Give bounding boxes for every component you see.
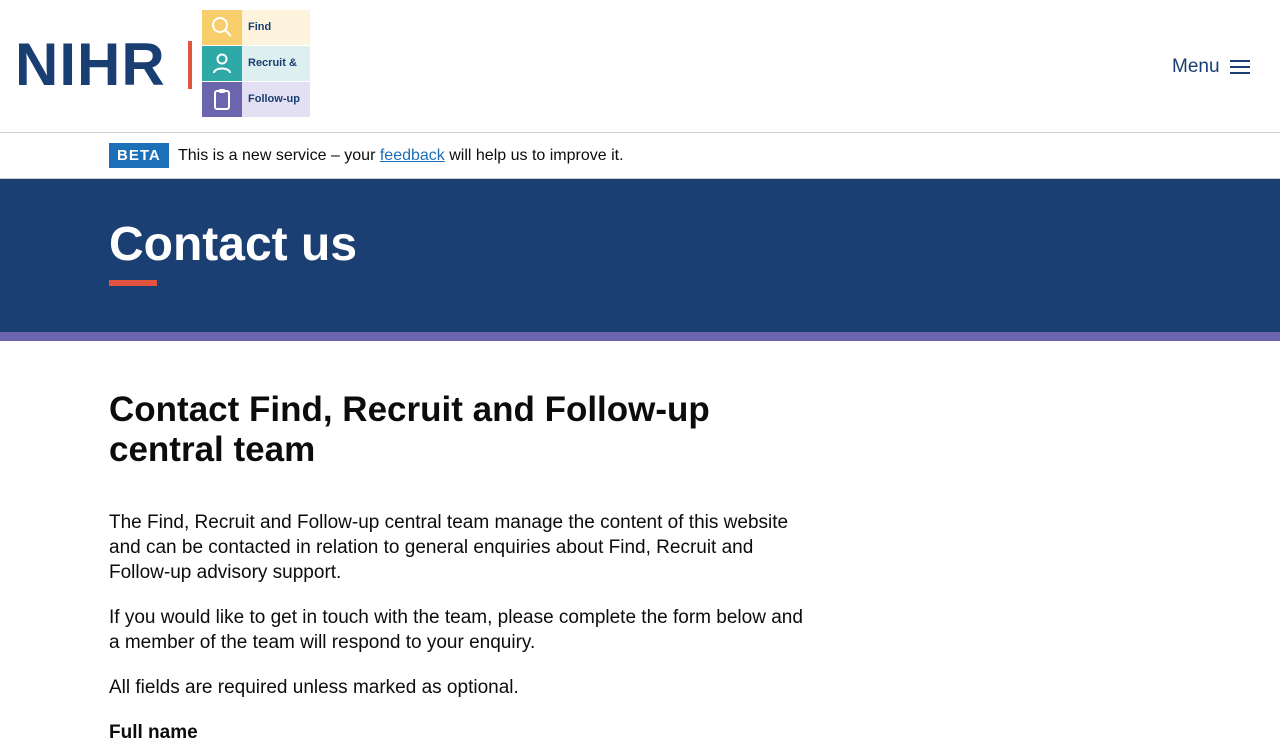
service-logo-row-recruit: Recruit & [202, 46, 310, 81]
menu-button[interactable]: Menu [1172, 54, 1250, 80]
service-logo[interactable]: Find Recruit & Follow-up [202, 10, 310, 117]
service-logo-label: Find [242, 10, 310, 45]
search-icon [202, 10, 242, 45]
feedback-link[interactable]: feedback [380, 147, 445, 164]
site-header: NIHR Find Recruit & Follow-up Menu [0, 0, 1280, 133]
beta-message: This is a new service – your feedback wi… [178, 146, 624, 166]
required-fields-note: All fields are required unless marked as… [109, 677, 519, 698]
hamburger-icon [1229, 59, 1250, 75]
section-heading: Contact Find, Recruit and Follow-up cent… [109, 390, 710, 469]
service-logo-label: Follow-up [242, 82, 310, 117]
service-logo-row-followup: Follow-up [202, 82, 310, 117]
beta-tag: BETA [109, 143, 169, 168]
logo-divider [188, 41, 192, 89]
person-icon [202, 46, 242, 81]
instructions-paragraph: If you would like to get in touch with t… [109, 607, 803, 653]
hero-stripe [0, 332, 1280, 341]
nihr-logo: NIHR [15, 31, 166, 98]
intro-paragraph: The Find, Recruit and Follow-up central … [109, 512, 789, 583]
beta-banner: BETA This is a new service – your feedba… [0, 133, 1280, 179]
beta-text-after: will help us to improve it. [444, 147, 624, 164]
page-hero: Contact us [0, 179, 1280, 332]
menu-label: Menu [1172, 56, 1220, 77]
full-name-label: Full name [109, 722, 198, 743]
service-logo-row-find: Find [202, 10, 310, 45]
clipboard-icon [202, 82, 242, 117]
beta-text-before: This is a new service – your [178, 147, 380, 164]
main-content: Contact Find, Recruit and Follow-up cent… [109, 390, 809, 745]
service-logo-label: Recruit & [242, 46, 310, 81]
page-title: Contact us [109, 218, 358, 271]
title-accent-bar [109, 280, 157, 286]
